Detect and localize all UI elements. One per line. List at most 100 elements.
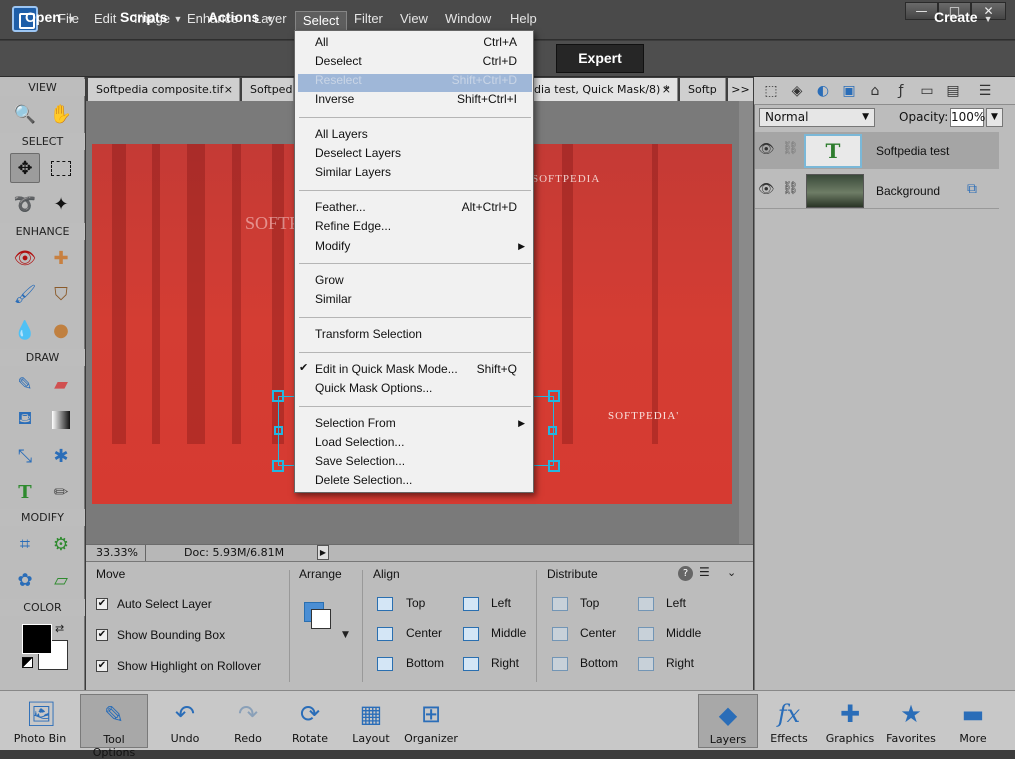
fill-layer-icon[interactable]: ◐ xyxy=(814,82,832,100)
move-tool-icon[interactable]: ✥ xyxy=(10,153,40,183)
open-button[interactable]: Open ▼ xyxy=(25,9,76,25)
lock-icon[interactable]: ⌂ xyxy=(866,82,884,100)
align-bottom-icon[interactable] xyxy=(377,657,393,671)
default-colors-icon[interactable] xyxy=(22,657,33,668)
undo-button[interactable]: ↶ Undo xyxy=(155,694,215,748)
chevron-down-icon[interactable]: ▼ xyxy=(342,630,349,640)
hand-tool-icon[interactable]: ✋ xyxy=(46,99,76,129)
organizer-button[interactable]: ⊞ Organizer xyxy=(401,694,461,748)
new-group-icon[interactable]: ◈ xyxy=(788,82,806,100)
align-middle-label[interactable]: Middle xyxy=(491,626,526,640)
align-right-label[interactable]: Right xyxy=(491,656,519,670)
menu-item-similar[interactable]: Similar xyxy=(315,290,531,309)
distribute-center-label[interactable]: Center xyxy=(580,626,616,640)
link-icon[interactable]: ⛓ xyxy=(782,181,799,196)
swap-colors-icon[interactable]: ⇄ xyxy=(55,622,64,635)
smart-brush-icon[interactable]: 🖌 xyxy=(10,279,40,309)
menu-item-quick-mask-options[interactable]: Quick Mask Options... xyxy=(315,379,531,398)
distribute-top-label[interactable]: Top xyxy=(580,596,599,610)
distribute-middle-label[interactable]: Middle xyxy=(666,626,701,640)
panel-menu-icon[interactable]: ☰ xyxy=(699,565,710,579)
brush-tool-icon[interactable]: ✎ xyxy=(10,369,40,399)
distribute-center-icon[interactable] xyxy=(552,627,568,641)
menu-view[interactable]: View xyxy=(400,11,428,26)
menu-window[interactable]: Window xyxy=(445,11,491,26)
eraser-tool-icon[interactable]: ▰ xyxy=(46,369,76,399)
menu-item-deselect-layers[interactable]: Deselect Layers xyxy=(315,144,531,163)
new-layer-icon[interactable]: ⬚ xyxy=(762,82,780,100)
menu-item-quick-mask-mode[interactable]: Edit in Quick Mask Mode... Shift+Q xyxy=(315,360,531,379)
menu-item-grow[interactable]: Grow xyxy=(315,271,531,290)
transform-handle[interactable] xyxy=(274,426,283,435)
menu-edit[interactable]: Edit xyxy=(94,11,116,26)
marquee-tool-icon[interactable] xyxy=(46,153,76,183)
eye-visibility-icon[interactable]: 👁 xyxy=(758,142,775,157)
close-icon[interactable]: × xyxy=(662,78,671,101)
align-top-icon[interactable] xyxy=(377,597,393,611)
photo-bin-button[interactable]: 🖼 Photo Bin xyxy=(10,694,70,748)
effects-button[interactable]: fx Effects xyxy=(759,694,819,748)
straighten-tool-icon[interactable]: ⏥ xyxy=(46,565,76,595)
redo-button[interactable]: ↷ Redo xyxy=(218,694,278,748)
eyedropper-icon[interactable]: ⤡ xyxy=(10,441,40,471)
menu-item-selection-from[interactable]: Selection From ▶ xyxy=(315,414,531,433)
align-right-icon[interactable] xyxy=(463,657,479,671)
blur-tool-icon[interactable]: 💧 xyxy=(10,315,40,345)
healing-brush-icon[interactable]: ✚ xyxy=(46,243,76,273)
layer-mask-icon[interactable]: ▣ xyxy=(840,82,858,100)
tab-softp[interactable]: Softp xyxy=(680,78,726,101)
tab-softpedi[interactable]: Softpedi xyxy=(242,78,294,101)
close-icon[interactable]: × xyxy=(224,78,233,101)
menu-item-inverse[interactable]: Inverse Shift+Ctrl+I xyxy=(315,90,531,109)
tab-softpedia-test-active[interactable]: dia test, Quick Mask/8) * × xyxy=(534,78,678,101)
menu-item-deselect[interactable]: Deselect Ctrl+D xyxy=(315,52,531,71)
transform-handle[interactable] xyxy=(272,460,284,472)
transform-handle[interactable] xyxy=(548,426,557,435)
blend-mode-select[interactable]: Normal ▼ xyxy=(759,108,875,127)
recompose-tool-icon[interactable]: ⚙ xyxy=(46,529,76,559)
help-icon[interactable]: ? xyxy=(678,566,693,581)
trash-icon[interactable]: ▤ xyxy=(944,82,962,100)
opacity-input[interactable]: 100% xyxy=(950,108,985,127)
distribute-right-label[interactable]: Right xyxy=(666,656,694,670)
align-center-icon[interactable] xyxy=(377,627,393,641)
distribute-bottom-label[interactable]: Bottom xyxy=(580,656,618,670)
menu-item-reselect[interactable]: Reselect Shift+Ctrl+D xyxy=(315,71,531,90)
zoom-level[interactable]: 33.33% xyxy=(96,546,138,559)
type-tool-icon[interactable]: T xyxy=(10,477,40,507)
status-menu-arrow-icon[interactable]: ▶ xyxy=(317,545,329,560)
transform-handle[interactable] xyxy=(548,460,560,472)
opacity-dropdown-icon[interactable]: ▼ xyxy=(986,108,1003,127)
distribute-middle-icon[interactable] xyxy=(638,627,654,641)
expert-mode-tab[interactable]: Expert xyxy=(556,44,644,73)
zoom-tool-icon[interactable]: 🔍 xyxy=(10,99,40,129)
arrange-icon-front[interactable] xyxy=(311,609,331,629)
distribute-bottom-icon[interactable] xyxy=(552,657,568,671)
layers-button[interactable]: ◆ Layers xyxy=(698,694,758,748)
effects-icon[interactable]: ƒ xyxy=(892,82,910,100)
menu-help[interactable]: Help xyxy=(510,11,537,26)
show-bounding-box-checkbox[interactable]: ✔ xyxy=(96,629,108,641)
align-middle-icon[interactable] xyxy=(463,627,479,641)
menu-item-transform-selection[interactable]: Transform Selection xyxy=(315,325,531,344)
menu-item-all-layers[interactable]: All Layers xyxy=(315,125,531,144)
paint-bucket-icon[interactable]: ⛾ xyxy=(10,405,40,435)
menu-item-save-selection[interactable]: Save Selection... xyxy=(315,452,531,471)
scripts-button[interactable]: Scripts ▼ xyxy=(120,9,182,25)
eye-visibility-icon[interactable]: 👁 xyxy=(758,182,775,197)
collapse-icon[interactable]: ⌄ xyxy=(727,566,736,579)
distribute-left-label[interactable]: Left xyxy=(666,596,686,610)
rotate-button[interactable]: ⟳ Rotate xyxy=(280,694,340,748)
lasso-tool-icon[interactable]: ➰ xyxy=(10,189,40,219)
align-center-label[interactable]: Center xyxy=(406,626,442,640)
menu-select[interactable]: Select xyxy=(295,11,347,31)
menu-item-delete-selection[interactable]: Delete Selection... xyxy=(315,471,531,490)
custom-shape-icon[interactable]: ✱ xyxy=(46,441,76,471)
more-button[interactable]: ▬ More xyxy=(943,694,1003,748)
layer-row-background[interactable]: 👁 ⛓ Background ⧉ xyxy=(755,172,999,209)
distribute-top-icon[interactable] xyxy=(552,597,568,611)
menu-item-feather[interactable]: Feather... Alt+Ctrl+D xyxy=(315,198,531,217)
menu-item-all[interactable]: All Ctrl+A xyxy=(315,33,531,52)
panel-menu-icon[interactable]: ☰ xyxy=(976,82,994,100)
layout-button[interactable]: ▦ Layout xyxy=(341,694,401,748)
